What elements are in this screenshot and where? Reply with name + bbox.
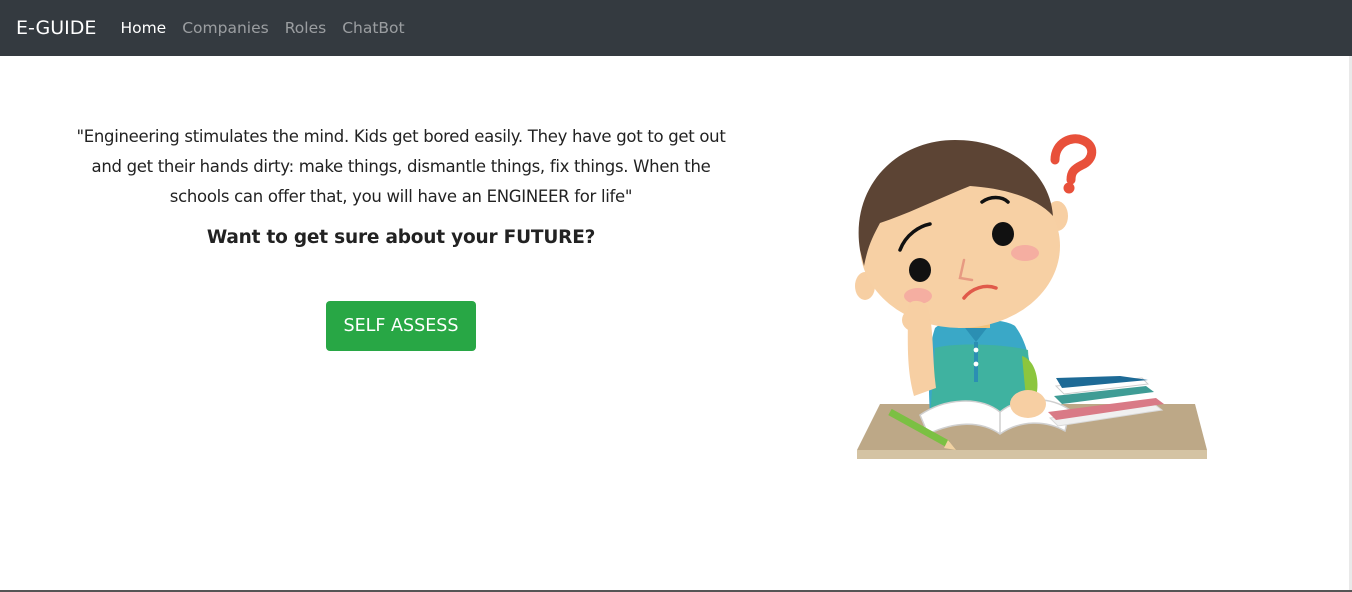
question-mark-icon xyxy=(1050,134,1097,194)
nav-link-home[interactable]: Home xyxy=(120,19,166,37)
hero-text-section: "Engineering stimulates the mind. Kids g… xyxy=(40,122,762,248)
nav-link-chatbot[interactable]: ChatBot xyxy=(342,19,404,37)
nav-link-roles[interactable]: Roles xyxy=(285,19,326,37)
brand-logo[interactable]: E-GUIDE xyxy=(16,17,96,39)
self-assess-button[interactable]: SELF ASSESS xyxy=(326,301,476,351)
thinking-student-illustration xyxy=(855,134,1207,459)
student-head xyxy=(855,140,1068,328)
nav-link-companies[interactable]: Companies xyxy=(182,19,268,37)
top-navbar: E-GUIDE Home Companies Roles ChatBot xyxy=(0,0,1352,56)
hero-tagline: Want to get sure about your FUTURE? xyxy=(206,227,596,248)
engineering-quote: "Engineering stimulates the mind. Kids g… xyxy=(76,127,726,206)
